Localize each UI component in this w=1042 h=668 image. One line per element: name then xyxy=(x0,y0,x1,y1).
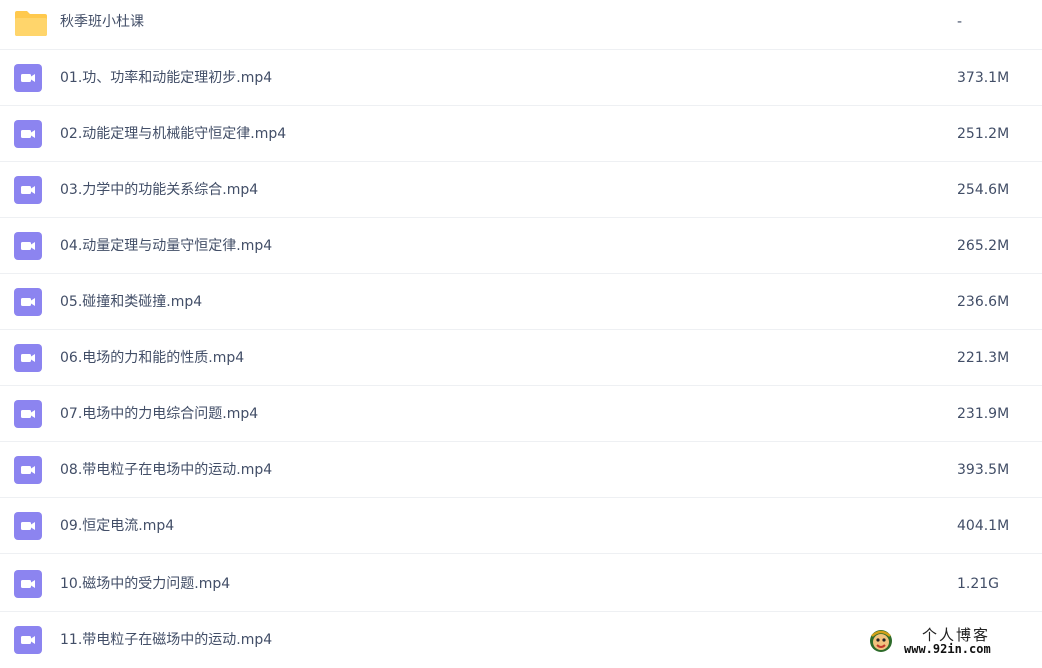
file-name[interactable]: 04.动量定理与动量守恒定律.mp4 xyxy=(60,218,272,274)
video-file-icon xyxy=(14,626,42,654)
mascot-logo-icon xyxy=(868,628,894,654)
list-item-video[interactable]: 01.功、功率和动能定理初步.mp4 373.1M xyxy=(0,50,1042,106)
file-size: 251.2M xyxy=(957,126,1010,142)
list-item-video[interactable]: 08.带电粒子在电场中的运动.mp4 393.5M xyxy=(0,442,1042,498)
file-size: 254.6M xyxy=(957,182,1010,198)
file-name[interactable]: 08.带电粒子在电场中的运动.mp4 xyxy=(60,442,272,498)
file-name[interactable]: 02.动能定理与机械能守恒定律.mp4 xyxy=(60,106,286,162)
file-name[interactable]: 11.带电粒子在磁场中的运动.mp4 xyxy=(60,612,272,668)
file-name[interactable]: 07.电场中的力电综合问题.mp4 xyxy=(60,386,258,442)
list-item-video[interactable]: 04.动量定理与动量守恒定律.mp4 265.2M xyxy=(0,218,1042,274)
list-item-video[interactable]: 10.磁场中的受力问题.mp4 1.21G xyxy=(0,556,1042,612)
file-name[interactable]: 秋季班小杜课 xyxy=(60,0,144,44)
list-item-folder[interactable]: 秋季班小杜课 - xyxy=(0,0,1042,50)
list-item-video[interactable]: 06.电场的力和能的性质.mp4 221.3M xyxy=(0,330,1042,386)
video-file-icon xyxy=(14,120,42,148)
video-file-icon xyxy=(14,512,42,540)
file-name[interactable]: 03.力学中的功能关系综合.mp4 xyxy=(60,162,258,218)
video-file-icon xyxy=(14,344,42,372)
video-file-icon xyxy=(14,400,42,428)
video-file-icon xyxy=(14,232,42,260)
file-size: 231.9M xyxy=(957,406,1010,422)
folder-icon xyxy=(14,8,47,36)
list-item-video[interactable]: 05.碰撞和类碰撞.mp4 236.6M xyxy=(0,274,1042,330)
video-file-icon xyxy=(14,64,42,92)
file-size: 373.1M xyxy=(957,70,1010,86)
list-item-video[interactable]: 09.恒定电流.mp4 404.1M xyxy=(0,498,1042,554)
video-file-icon xyxy=(14,288,42,316)
file-size: 265.2M xyxy=(957,238,1010,254)
file-size: 1.21G xyxy=(957,576,1000,592)
file-name[interactable]: 06.电场的力和能的性质.mp4 xyxy=(60,330,244,386)
watermark-url: www.92in.com xyxy=(904,642,991,656)
blog-watermark: 个人博客 www.92in.com xyxy=(868,624,1038,660)
file-size: 393.5M xyxy=(957,462,1010,478)
video-file-icon xyxy=(14,570,42,598)
video-file-icon xyxy=(14,176,42,204)
file-name[interactable]: 09.恒定电流.mp4 xyxy=(60,498,174,554)
file-name[interactable]: 01.功、功率和动能定理初步.mp4 xyxy=(60,50,272,106)
file-size: 236.6M xyxy=(957,294,1010,310)
list-item-video[interactable]: 07.电场中的力电综合问题.mp4 231.9M xyxy=(0,386,1042,442)
file-name[interactable]: 05.碰撞和类碰撞.mp4 xyxy=(60,274,202,330)
video-file-icon xyxy=(14,456,42,484)
list-item-video[interactable]: 03.力学中的功能关系综合.mp4 254.6M xyxy=(0,162,1042,218)
file-name[interactable]: 10.磁场中的受力问题.mp4 xyxy=(60,556,230,612)
file-list: 秋季班小杜课 - 01.功、功率和动能定理初步.mp4 373.1M 02.动能… xyxy=(0,0,1042,662)
list-item-video[interactable]: 02.动能定理与机械能守恒定律.mp4 251.2M xyxy=(0,106,1042,162)
file-size: 221.3M xyxy=(957,350,1010,366)
file-size: 404.1M xyxy=(957,518,1010,534)
file-size: - xyxy=(957,14,963,30)
